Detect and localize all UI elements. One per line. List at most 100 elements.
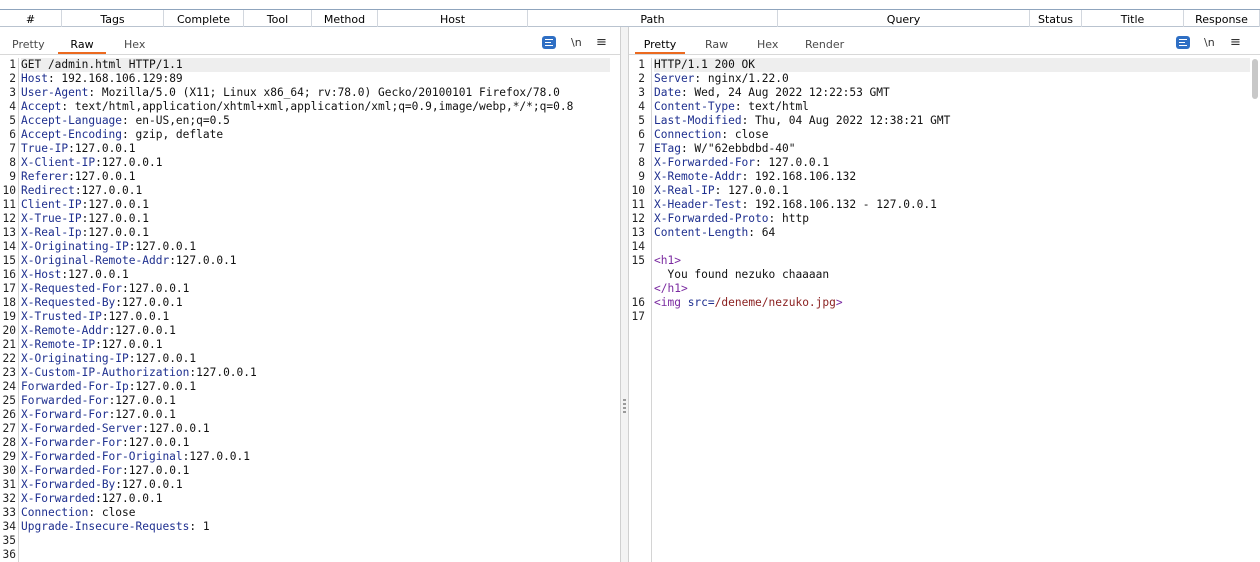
line-number: 15	[631, 254, 645, 267]
header-name: Accept-Language	[21, 114, 123, 127]
line-text: X-Forwarded-For:127.0.0.1	[21, 464, 189, 478]
line-text: X-Client-IP:127.0.0.1	[21, 156, 162, 170]
line-number: 2	[9, 72, 16, 85]
header-value: :127.0.0.1	[169, 254, 237, 267]
header-name: X-Forwarder-For	[21, 436, 123, 449]
request-tab-raw[interactable]: Raw	[58, 36, 106, 54]
line-text: X-Original-Remote-Addr:127.0.0.1	[21, 254, 237, 268]
line-text: </h1>	[654, 282, 688, 296]
html-tag: >	[835, 296, 843, 309]
line-text: Server: nginx/1.22.0	[654, 72, 789, 86]
line-text: X-Forward-For:127.0.0.1	[21, 408, 176, 422]
line-text: You found nezuko chaaaan	[654, 268, 829, 282]
response-editor[interactable]: 1 HTTP/1.1 200 OK 2 Server: nginx/1.22.0 3 Da…	[629, 58, 1260, 562]
code-line: </h1>	[629, 282, 1260, 296]
code-line: 4 Accept: text/html,application/xhtml+xml…	[0, 100, 620, 114]
header-value: : text/html	[734, 100, 809, 113]
code-line: 3 Date: Wed, 24 Aug 2022 12:22:53 GMT	[629, 86, 1260, 100]
header-name: X-Forwarded-For-Original	[21, 450, 183, 463]
header-name: Server	[654, 72, 695, 85]
line-text: X-Forwarded:127.0.0.1	[21, 492, 162, 506]
header-value: :127.0.0.1	[81, 198, 149, 211]
code-line: 18 X-Requested-By:127.0.0.1	[0, 296, 620, 310]
html-attribute-value: /deneme/nezuko.jpg	[714, 296, 836, 309]
line-number: 17	[2, 282, 16, 295]
response-tabs: Pretty Raw Hex Render \n ≡	[629, 27, 1260, 55]
header-name: Upgrade-Insecure-Requests	[21, 520, 190, 533]
response-pane: Pretty Raw Hex Render \n ≡ 1 HTTP/1.1 200…	[629, 27, 1260, 562]
header-name: X-Host	[21, 268, 62, 281]
html-tag: <img	[654, 296, 681, 309]
line-text: <img src=/deneme/nezuko.jpg>	[654, 296, 843, 310]
header-name: Content-Length	[654, 226, 749, 239]
line-text: X-Requested-By:127.0.0.1	[21, 296, 183, 310]
text-wrap-icon[interactable]	[1176, 36, 1190, 50]
line-text: Connection: close	[21, 506, 136, 520]
line-text: X-Remote-Addr: 192.168.106.132	[654, 170, 856, 184]
request-tab-hex[interactable]: Hex	[124, 36, 145, 53]
code-line: 12 X-True-IP:127.0.0.1	[0, 212, 620, 226]
header-value: :127.0.0.1	[122, 282, 190, 295]
code-line: 6 Connection: close	[629, 128, 1260, 142]
response-scrollbar[interactable]	[1252, 59, 1258, 99]
response-tab-pretty[interactable]: Pretty	[635, 36, 685, 54]
line-text: Accept-Language: en-US,en;q=0.5	[21, 114, 230, 128]
line-number: 11	[631, 198, 645, 211]
line-text: HTTP/1.1 200 OK	[654, 58, 1250, 72]
html-attribute: src=	[680, 296, 715, 309]
newline-toggle[interactable]: \n	[571, 36, 582, 50]
pane-splitter[interactable]	[620, 27, 629, 562]
header-name: X-Real-IP	[654, 184, 715, 197]
line-text: X-Real-Ip:127.0.0.1	[21, 226, 149, 240]
code-line: 2 Server: nginx/1.22.0	[629, 72, 1260, 86]
header-name: X-Forwarded-Server	[21, 422, 143, 435]
line-text: True-IP:127.0.0.1	[21, 142, 136, 156]
code-line: 26 X-Forward-For:127.0.0.1	[0, 408, 620, 422]
header-name: X-Requested-For	[21, 282, 123, 295]
line-number: 33	[2, 506, 16, 519]
code-line: 32 X-Forwarded:127.0.0.1	[0, 492, 620, 506]
header-name: X-True-IP	[21, 212, 82, 225]
code-line: 27 X-Forwarded-Server:127.0.0.1	[0, 422, 620, 436]
line-text: X-Forwarded-For-Original:127.0.0.1	[21, 450, 250, 464]
header-name: Referer	[21, 170, 69, 183]
request-tab-pretty[interactable]: Pretty	[12, 36, 45, 53]
header-value: :127.0.0.1	[81, 226, 149, 239]
header-value: : gzip, deflate	[122, 128, 224, 141]
line-text: X-Forwarded-By:127.0.0.1	[21, 478, 183, 492]
line-number: 27	[2, 422, 16, 435]
text-wrap-icon[interactable]	[542, 36, 556, 50]
header-value: :127.0.0.1	[68, 170, 136, 183]
header-name: Date	[654, 86, 681, 99]
response-tab-render[interactable]: Render	[805, 36, 844, 53]
code-line: 16 X-Host:127.0.0.1	[0, 268, 620, 282]
line-number: 12	[631, 212, 645, 225]
code-line: 7 True-IP:127.0.0.1	[0, 142, 620, 156]
header-value: :127.0.0.1	[189, 366, 257, 379]
code-line: 16 <img src=/deneme/nezuko.jpg>	[629, 296, 1260, 310]
hamburger-icon[interactable]: ≡	[596, 36, 607, 50]
code-line: 8 X-Client-IP:127.0.0.1	[0, 156, 620, 170]
line-text: Accept: text/html,application/xhtml+xml,…	[21, 100, 573, 114]
response-tab-hex[interactable]: Hex	[757, 36, 778, 53]
header-value: :127.0.0.1	[128, 240, 197, 253]
header-value: : 64	[748, 226, 776, 239]
code-line: 15 X-Original-Remote-Addr:127.0.0.1	[0, 254, 620, 268]
response-tab-raw[interactable]: Raw	[705, 36, 728, 53]
header-name: Host	[21, 72, 48, 85]
code-line: 14	[629, 240, 1260, 254]
request-editor[interactable]: 1 GET /admin.html HTTP/1.1 2 Host: 192.168.…	[0, 58, 620, 562]
line-text: X-Forwarded-Proto: http	[654, 212, 809, 226]
code-line: 33 Connection: close	[0, 506, 620, 520]
line-text: X-Forwarded-For: 127.0.0.1	[654, 156, 829, 170]
header-value: :127.0.0.1	[74, 184, 143, 197]
header-name: Connection	[654, 128, 722, 141]
newline-toggle[interactable]: \n	[1204, 36, 1215, 50]
line-number: 3	[638, 86, 645, 99]
header-name: X-Originating-IP	[21, 352, 129, 365]
header-name: X-Client-IP	[21, 156, 96, 169]
hamburger-icon[interactable]: ≡	[1230, 36, 1241, 50]
header-value: :127.0.0.1	[101, 310, 170, 323]
line-number: 36	[2, 548, 16, 561]
code-line: 14 X-Originating-IP:127.0.0.1	[0, 240, 620, 254]
